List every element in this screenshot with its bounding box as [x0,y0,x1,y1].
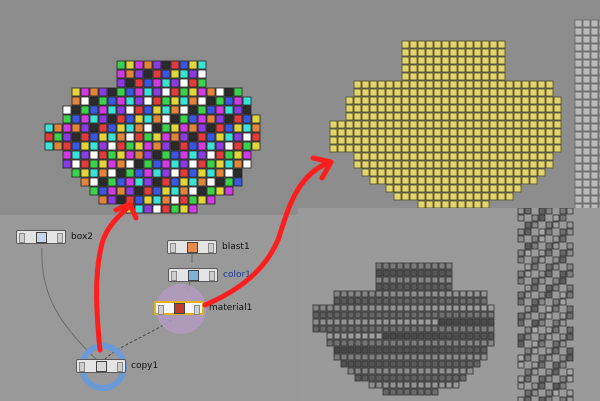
node-label: color1 [223,270,251,280]
node-label: box2 [71,232,93,242]
copy-icon [95,360,107,372]
yellow-voxel-teapot [329,19,600,215]
grey-voxel-teapot-render [312,208,574,401]
node-material1[interactable]: material1 [154,301,252,315]
node-label: blast1 [222,242,250,252]
multicolor-voxel-teapot [44,60,261,214]
color-icon [187,269,199,281]
node-blast1[interactable]: blast1 [167,240,250,254]
node-box2[interactable]: box2 [16,230,93,244]
node-color1[interactable]: color1 [168,268,251,282]
blast-icon [186,241,198,253]
viewport-right[interactable] [290,0,600,215]
node-copy1[interactable]: copy1 [76,359,158,373]
node-label: copy1 [131,361,159,371]
viewport-left[interactable] [0,0,290,215]
box-icon [35,231,47,243]
render-view [298,208,600,401]
node-label: material1 [209,303,253,313]
material-icon [173,302,185,314]
